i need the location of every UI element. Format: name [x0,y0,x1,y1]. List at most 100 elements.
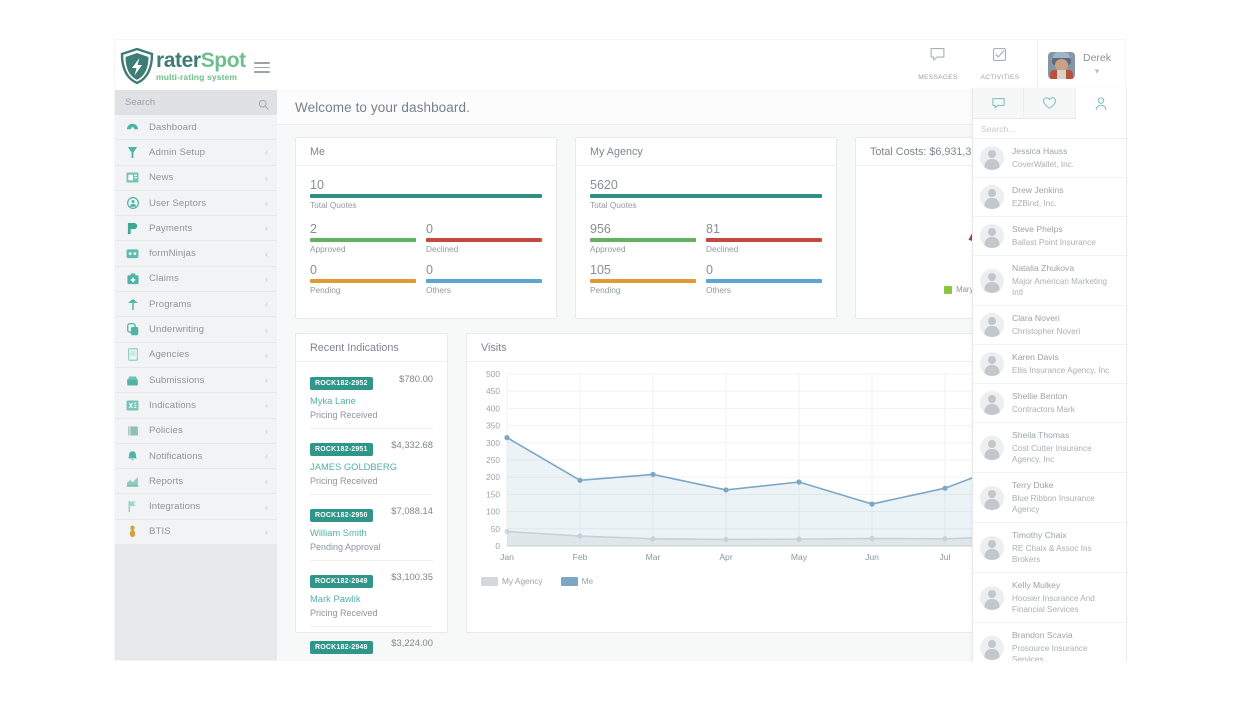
sidebar-item-label: Dashboard [149,122,268,133]
legend-swatch [944,286,952,294]
sidebar-item-payments[interactable]: Payments‹ [115,216,277,241]
indication-ref-badge[interactable]: ROCK182-2950 [310,509,373,522]
search-input[interactable] [125,97,267,108]
indication-ref-badge[interactable]: ROCK182-2951 [310,443,373,456]
sidebar-item-notifications[interactable]: Notifications‹ [115,444,277,469]
stat-label: Declined [426,244,542,254]
messages-label: MESSAGES [918,74,957,81]
sidebar-item-admin-setup[interactable]: Admin Setup‹ [115,140,277,165]
sidebar-item-indications[interactable]: Indications‹ [115,393,277,418]
contact-list-item[interactable]: Timothy ChaixRE Chaix & Assoc Ins Broker… [973,523,1126,573]
contact-avatar [980,436,1004,460]
contact-avatar [980,586,1004,610]
sidebar-item-label: Underwriting [149,324,265,335]
contact-list-item[interactable]: Brandon ScaviaProsource Insurance Servic… [973,623,1126,661]
stat-bar [590,238,696,242]
tab-favorites[interactable] [1024,88,1075,118]
contact-list-item[interactable]: Kelly MulkeyHoosier Insurance And Financ… [973,573,1126,623]
contact-list-item[interactable]: Natalia ZhukovaMajor American Marketing … [973,256,1126,306]
brand-name-part2: Spot [201,49,246,72]
sidebar-item-claims[interactable]: Claims‹ [115,267,277,292]
sidebar-item-submissions[interactable]: Submissions‹ [115,368,277,393]
contact-list-item[interactable]: Steve PhelpsBallast Point Insurance [973,217,1126,256]
sidebar-item-label: Claims [149,273,265,284]
contacts-panel: Jessica HaussCoverWallet, Inc.Drew Jenki… [972,88,1127,661]
sidebar-item-label: News [149,172,265,183]
indication-row[interactable]: ROCK182-2950$7,088.14William SmithPendin… [310,495,433,561]
contact-list-item[interactable]: Drew JenkinsEZBind, Inc. [973,178,1126,217]
indication-row[interactable]: ROCK182-2949$3,100.35Mark PawlikPricing … [310,561,433,627]
contact-name: Shellie Benton [1012,391,1075,402]
indication-customer-name[interactable]: Jose Garcia [310,659,433,660]
sidebar-item-integrations[interactable]: Integrations‹ [115,494,277,519]
visits-title: Visits [481,342,507,354]
chart-legend-item[interactable]: My Agency [481,576,543,586]
sidebar-item-agencies[interactable]: Agencies‹ [115,343,277,368]
activities-button[interactable]: ACTIVITIES [969,46,1031,84]
contacts-search-input[interactable] [981,124,1118,134]
contact-list-item[interactable]: Karen DavisEllis Insurance Agency, Inc [973,345,1126,384]
avatar [1048,52,1075,79]
user-menu[interactable]: Derek ▾ [1037,40,1125,90]
tab-chat[interactable] [973,88,1024,118]
svg-text:200: 200 [486,472,500,482]
sidebar-item-dashboard[interactable]: Dashboard [115,115,277,140]
stat-label: Pending [310,285,416,295]
contact-list-item[interactable]: Shellie BentonContractors Mark [973,384,1126,423]
indication-customer-name[interactable]: William Smith [310,527,433,538]
svg-text:Feb: Feb [573,552,588,562]
contact-list-item[interactable]: Sheila ThomasCost Cutter Insurance Agenc… [973,423,1126,473]
agency-stats-row-2: 105Pending0Others [590,263,822,304]
indication-row[interactable]: ROCK182-2951$4,332.68JAMES GOLDBERGPrici… [310,429,433,495]
indication-customer-name[interactable]: Myka Lane [310,395,433,406]
chart-legend-item[interactable]: Me [561,576,594,586]
contacts-list: Jessica HaussCoverWallet, Inc.Drew Jenki… [973,139,1126,661]
recent-indications-card: Recent Indications ROCK182-2952$780.00My… [295,333,448,633]
contact-list-item[interactable]: Jessica HaussCoverWallet, Inc. [973,139,1126,178]
contact-avatar [980,224,1004,248]
chevron-left-icon: ‹ [265,502,268,512]
indication-customer-name[interactable]: Mark Pawlik [310,593,433,604]
sidebar-item-reports[interactable]: Reports‹ [115,469,277,494]
sidebar-item-underwriting[interactable]: Underwriting‹ [115,317,277,342]
payments-icon [125,222,140,235]
indication-customer-name[interactable]: JAMES GOLDBERG [310,461,433,472]
sidebar-item-programs[interactable]: Programs‹ [115,292,277,317]
indication-ref-badge[interactable]: ROCK182-2948 [310,641,373,654]
messages-button[interactable]: MESSAGES [907,46,969,84]
sidebar-item-label: Notifications [149,451,265,462]
chevron-left-icon: ‹ [265,147,268,157]
contact-avatar [980,636,1004,660]
message-bubble-icon [907,46,969,63]
sidebar-search[interactable] [115,90,277,115]
stat-value: 105 [590,263,696,278]
indication-row[interactable]: ROCK182-2952$780.00Myka LanePricing Rece… [310,370,433,429]
sidebar-item-user-septors[interactable]: User Septors‹ [115,191,277,216]
menu-toggle-icon[interactable] [254,62,270,74]
sidebar-item-btis[interactable]: BTIS‹ [115,520,277,545]
stat-label: Pending [590,285,696,295]
me-stat-others: 0Others [426,263,542,295]
stat-label: Declined [706,244,822,254]
brand-text: raterSpot multi-rating system [156,50,246,82]
svg-text:450: 450 [486,386,500,396]
submissions-icon [125,374,140,387]
indication-ref-badge[interactable]: ROCK182-2952 [310,377,373,390]
sidebar-item-news[interactable]: News‹ [115,166,277,191]
legend-swatch [561,577,578,586]
contacts-search[interactable] [973,119,1126,139]
sidebar-item-policies[interactable]: Policies‹ [115,419,277,444]
contact-list-item[interactable]: Terry DukeBlue Ribbon Insurance Agency [973,473,1126,523]
tab-contacts[interactable] [1076,88,1126,119]
contact-company: Christopher Noveri [1012,326,1080,337]
contact-list-item[interactable]: Clara Noveri Christopher Noveri [973,306,1126,345]
indication-row[interactable]: ROCK182-2948$3,224.00Jose Garcia [310,627,433,660]
chat-icon [991,96,1006,111]
sidebar-item-formninjas[interactable]: formNinjas‹ [115,241,277,266]
indication-ref-badge[interactable]: ROCK182-2949 [310,575,373,588]
contact-avatar [980,313,1004,337]
svg-text:Apr: Apr [719,552,733,562]
contact-name: Clara Noveri [1012,313,1080,324]
contact-name: Sheila Thomas [1012,430,1118,441]
agency-card-header: My Agency [576,138,836,166]
